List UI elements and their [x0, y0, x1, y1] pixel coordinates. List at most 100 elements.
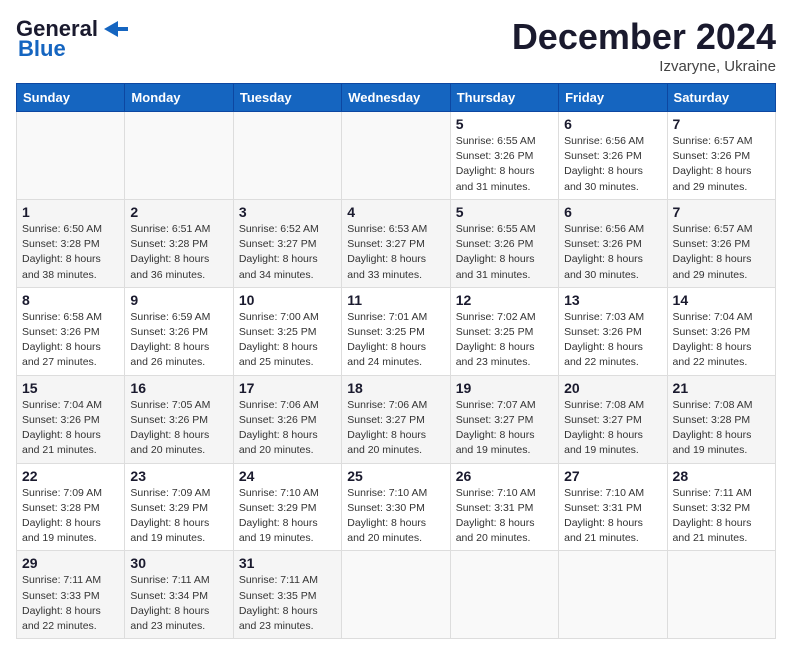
day-number: 2 — [130, 204, 227, 220]
day-cell-21: 21 Sunrise: 7:08 AMSunset: 3:28 PMDaylig… — [667, 375, 775, 463]
day-cell-15: 15 Sunrise: 7:04 AMSunset: 3:26 PMDaylig… — [17, 375, 125, 463]
day-info: Sunrise: 6:55 AMSunset: 3:26 PMDaylight:… — [456, 134, 553, 195]
day-info: Sunrise: 7:08 AMSunset: 3:28 PMDaylight:… — [673, 398, 770, 459]
empty-cell — [450, 551, 558, 639]
day-number: 17 — [239, 380, 336, 396]
day-cell-20: 20 Sunrise: 7:08 AMSunset: 3:27 PMDaylig… — [559, 375, 667, 463]
day-info: Sunrise: 7:10 AMSunset: 3:31 PMDaylight:… — [564, 486, 661, 547]
day-cell-24: 24 Sunrise: 7:10 AMSunset: 3:29 PMDaylig… — [233, 463, 341, 551]
col-monday: Monday — [125, 84, 233, 112]
day-info: Sunrise: 6:58 AMSunset: 3:26 PMDaylight:… — [22, 310, 119, 371]
day-info: Sunrise: 6:59 AMSunset: 3:26 PMDaylight:… — [130, 310, 227, 371]
empty-cell — [342, 551, 450, 639]
day-cell-2: 2 Sunrise: 6:51 AMSunset: 3:28 PMDayligh… — [125, 199, 233, 287]
day-info: Sunrise: 6:53 AMSunset: 3:27 PMDaylight:… — [347, 222, 444, 283]
col-friday: Friday — [559, 84, 667, 112]
day-info: Sunrise: 6:56 AMSunset: 3:26 PMDaylight:… — [564, 222, 661, 283]
day-number: 15 — [22, 380, 119, 396]
day-number: 28 — [673, 468, 770, 484]
day-info: Sunrise: 7:10 AMSunset: 3:31 PMDaylight:… — [456, 486, 553, 547]
month-title: December 2024 — [512, 16, 776, 58]
week-row-1: 5 Sunrise: 6:55 AMSunset: 3:26 PMDayligh… — [17, 112, 776, 200]
empty-cell — [233, 112, 341, 200]
day-number: 26 — [456, 468, 553, 484]
day-cell-10: 10 Sunrise: 7:00 AMSunset: 3:25 PMDaylig… — [233, 287, 341, 375]
day-info: Sunrise: 7:11 AMSunset: 3:35 PMDaylight:… — [239, 573, 336, 634]
day-number: 20 — [564, 380, 661, 396]
empty-cell — [559, 551, 667, 639]
day-cell-3: 3 Sunrise: 6:52 AMSunset: 3:27 PMDayligh… — [233, 199, 341, 287]
day-number: 1 — [22, 204, 119, 220]
week-row-4: 15 Sunrise: 7:04 AMSunset: 3:26 PMDaylig… — [17, 375, 776, 463]
day-number: 13 — [564, 292, 661, 308]
day-cell-14: 14 Sunrise: 7:04 AMSunset: 3:26 PMDaylig… — [667, 287, 775, 375]
col-saturday: Saturday — [667, 84, 775, 112]
day-number: 29 — [22, 555, 119, 571]
col-thursday: Thursday — [450, 84, 558, 112]
day-cell-17: 17 Sunrise: 7:06 AMSunset: 3:26 PMDaylig… — [233, 375, 341, 463]
day-number: 25 — [347, 468, 444, 484]
day-cell-12: 12 Sunrise: 7:02 AMSunset: 3:25 PMDaylig… — [450, 287, 558, 375]
day-number: 5 — [456, 116, 553, 132]
empty-cell — [667, 551, 775, 639]
day-number: 18 — [347, 380, 444, 396]
day-info: Sunrise: 6:56 AMSunset: 3:26 PMDaylight:… — [564, 134, 661, 195]
day-cell-25: 25 Sunrise: 7:10 AMSunset: 3:30 PMDaylig… — [342, 463, 450, 551]
day-info: Sunrise: 6:52 AMSunset: 3:27 PMDaylight:… — [239, 222, 336, 283]
day-info: Sunrise: 7:09 AMSunset: 3:29 PMDaylight:… — [130, 486, 227, 547]
day-number: 16 — [130, 380, 227, 396]
day-number: 11 — [347, 292, 444, 308]
calendar-header-row: Sunday Monday Tuesday Wednesday Thursday… — [17, 84, 776, 112]
day-info: Sunrise: 7:04 AMSunset: 3:26 PMDaylight:… — [673, 310, 770, 371]
day-cell-1: 1 Sunrise: 6:50 AMSunset: 3:28 PMDayligh… — [17, 199, 125, 287]
day-number: 5 — [456, 204, 553, 220]
day-info: Sunrise: 7:08 AMSunset: 3:27 PMDaylight:… — [564, 398, 661, 459]
page-header: General Blue December 2024 Izvaryne, Ukr… — [16, 16, 776, 75]
day-cell-9: 9 Sunrise: 6:59 AMSunset: 3:26 PMDayligh… — [125, 287, 233, 375]
day-cell-6: 6 Sunrise: 6:56 AMSunset: 3:26 PMDayligh… — [559, 112, 667, 200]
empty-cell — [17, 112, 125, 200]
day-cell-7: 7 Sunrise: 6:57 AMSunset: 3:26 PMDayligh… — [667, 112, 775, 200]
day-cell-30: 30 Sunrise: 7:11 AMSunset: 3:34 PMDaylig… — [125, 551, 233, 639]
calendar-table: Sunday Monday Tuesday Wednesday Thursday… — [16, 83, 776, 639]
day-cell-18: 18 Sunrise: 7:06 AMSunset: 3:27 PMDaylig… — [342, 375, 450, 463]
day-number: 4 — [347, 204, 444, 220]
day-info: Sunrise: 6:50 AMSunset: 3:28 PMDaylight:… — [22, 222, 119, 283]
location-label: Izvaryne, Ukraine — [512, 58, 776, 75]
day-number: 14 — [673, 292, 770, 308]
day-cell-13: 13 Sunrise: 7:03 AMSunset: 3:26 PMDaylig… — [559, 287, 667, 375]
day-cell-29: 29 Sunrise: 7:11 AMSunset: 3:33 PMDaylig… — [17, 551, 125, 639]
day-number: 23 — [130, 468, 227, 484]
day-cell-19: 19 Sunrise: 7:07 AMSunset: 3:27 PMDaylig… — [450, 375, 558, 463]
day-cell-4: 4 Sunrise: 6:53 AMSunset: 3:27 PMDayligh… — [342, 199, 450, 287]
day-cell-5b: 5 Sunrise: 6:55 AMSunset: 3:26 PMDayligh… — [450, 199, 558, 287]
week-row-5: 22 Sunrise: 7:09 AMSunset: 3:28 PMDaylig… — [17, 463, 776, 551]
day-number: 22 — [22, 468, 119, 484]
logo-arrow-icon — [100, 19, 128, 39]
day-number: 31 — [239, 555, 336, 571]
day-number: 7 — [673, 116, 770, 132]
day-number: 27 — [564, 468, 661, 484]
day-number: 8 — [22, 292, 119, 308]
day-number: 21 — [673, 380, 770, 396]
day-cell-22: 22 Sunrise: 7:09 AMSunset: 3:28 PMDaylig… — [17, 463, 125, 551]
col-sunday: Sunday — [17, 84, 125, 112]
day-number: 19 — [456, 380, 553, 396]
day-number: 6 — [564, 204, 661, 220]
col-wednesday: Wednesday — [342, 84, 450, 112]
empty-cell — [342, 112, 450, 200]
day-info: Sunrise: 7:00 AMSunset: 3:25 PMDaylight:… — [239, 310, 336, 371]
day-info: Sunrise: 7:05 AMSunset: 3:26 PMDaylight:… — [130, 398, 227, 459]
day-info: Sunrise: 7:07 AMSunset: 3:27 PMDaylight:… — [456, 398, 553, 459]
day-cell-7b: 7 Sunrise: 6:57 AMSunset: 3:26 PMDayligh… — [667, 199, 775, 287]
day-cell-6b: 6 Sunrise: 6:56 AMSunset: 3:26 PMDayligh… — [559, 199, 667, 287]
week-row-2: 1 Sunrise: 6:50 AMSunset: 3:28 PMDayligh… — [17, 199, 776, 287]
day-info: Sunrise: 7:06 AMSunset: 3:26 PMDaylight:… — [239, 398, 336, 459]
logo: General Blue — [16, 16, 128, 62]
day-info: Sunrise: 7:11 AMSunset: 3:32 PMDaylight:… — [673, 486, 770, 547]
day-number: 30 — [130, 555, 227, 571]
day-info: Sunrise: 7:10 AMSunset: 3:30 PMDaylight:… — [347, 486, 444, 547]
day-info: Sunrise: 7:04 AMSunset: 3:26 PMDaylight:… — [22, 398, 119, 459]
day-number: 7 — [673, 204, 770, 220]
day-info: Sunrise: 7:11 AMSunset: 3:33 PMDaylight:… — [22, 573, 119, 634]
